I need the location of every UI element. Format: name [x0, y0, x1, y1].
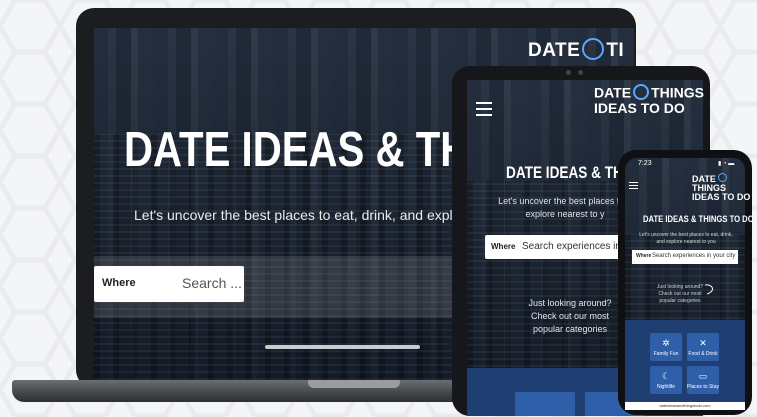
phone-footer-url[interactable]: dateideasandthingstodo.com — [625, 402, 745, 410]
status-icons: ▮ ◔ ▬ — [718, 161, 735, 167]
logo-date: DATE — [594, 84, 632, 101]
laptop-notch — [308, 380, 400, 388]
category-label: Places to Stay — [687, 384, 719, 390]
status-time: 7:23 — [638, 160, 652, 167]
search-location-label: Where — [636, 253, 652, 259]
scroll-indicator[interactable] — [265, 345, 420, 349]
logo-things: THINGS — [651, 84, 704, 101]
category-label: Food & Drink — [688, 351, 718, 357]
search-input[interactable]: Search experiences in your city — [652, 253, 735, 259]
laptop-logo[interactable]: DATE TI — [528, 38, 625, 62]
categories-prompt: Just looking around? Check out our most … — [528, 298, 612, 334]
search-input[interactable]: Search experiences in — [522, 241, 621, 252]
tablet-sensor — [578, 70, 583, 75]
phone-categories-panel — [625, 320, 745, 402]
category-tile-nightlife[interactable]: ☾ Nightlife — [650, 366, 682, 394]
curved-arrow-icon — [704, 284, 713, 295]
phone-hero-subtitle: Let's uncover the best places to eat, dr… — [639, 232, 733, 245]
phone-search-bar[interactable]: Where Search experiences in your city — [632, 250, 738, 264]
bed-icon: ▭ — [698, 371, 708, 381]
category-tile-family-fun[interactable]: ✲ Family Fun — [650, 333, 682, 361]
search-bar[interactable]: Where Search ... — [94, 266, 244, 302]
search-input[interactable]: Search ... — [182, 275, 242, 291]
phone-hero-title: DATE IDEAS & THINGS TO DO — [643, 214, 754, 224]
moon-icon: ☾ — [661, 371, 671, 381]
category-tile[interactable] — [515, 392, 575, 416]
lightbulb-icon — [633, 84, 650, 100]
search-location-label: Where — [491, 242, 516, 251]
menu-icon[interactable] — [476, 102, 492, 120]
tablet-camera — [566, 70, 571, 75]
lightbulb-icon — [582, 38, 605, 60]
phone-logo[interactable]: DATETHINGS IDEAS TO DO — [692, 173, 757, 203]
logo-text: DATE — [528, 40, 581, 62]
categories-prompt: Just looking around? Check out our most … — [656, 284, 704, 304]
logo-todo: TO DO — [640, 100, 685, 116]
menu-icon[interactable] — [629, 182, 638, 191]
search-location-label: Where — [102, 277, 136, 289]
sparkle-icon: ✲ — [662, 338, 670, 348]
category-label: Family Fun — [653, 351, 679, 357]
lightbulb-icon — [717, 173, 727, 183]
logo-text-tail: TI — [606, 40, 625, 62]
category-tile-food-drink[interactable]: ✕ Food & Drink — [687, 333, 719, 361]
hero-subtitle: Let's uncover the best places to eat, dr… — [134, 207, 453, 223]
category-label: Nightlife — [656, 384, 676, 390]
tablet-search-bar[interactable]: Where Search experiences in — [485, 235, 625, 259]
logo-ideas: IDEAS — [692, 192, 720, 203]
logo-todo: TO DO — [722, 192, 751, 203]
utensils-icon: ✕ — [699, 338, 707, 348]
logo-ideas: IDEAS — [594, 100, 637, 116]
category-tile-places-to-stay[interactable]: ▭ Places to Stay — [687, 366, 719, 394]
tablet-logo[interactable]: DATE THINGS IDEAS TO DO — [594, 84, 704, 116]
